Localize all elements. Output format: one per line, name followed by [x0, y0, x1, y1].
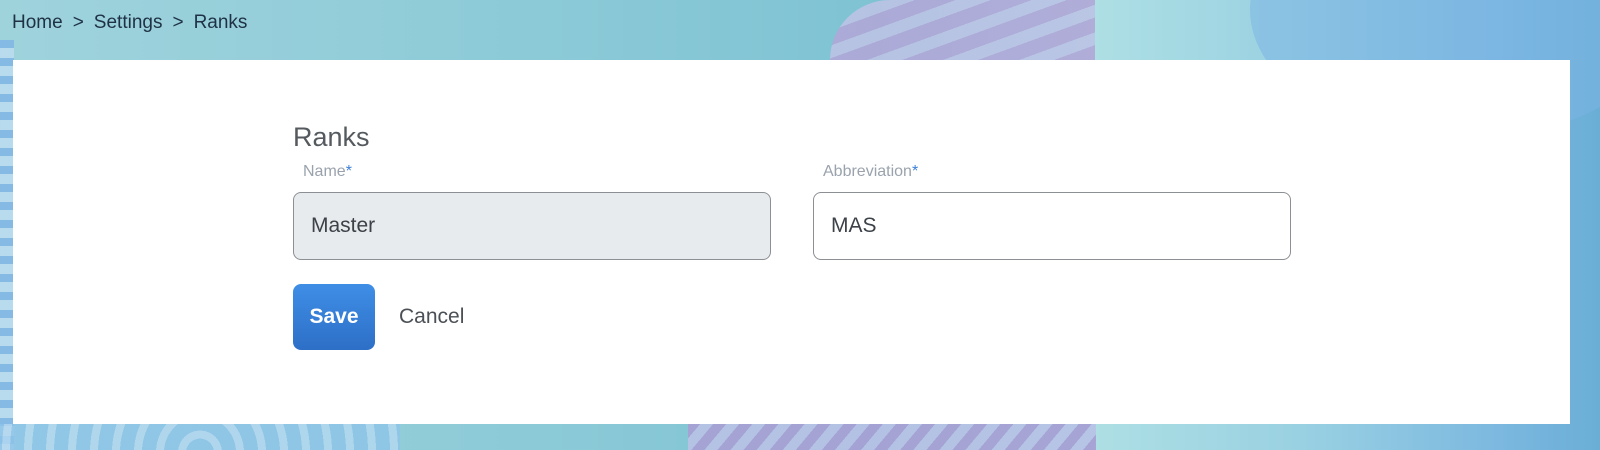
- form-actions: Save Cancel: [293, 284, 1293, 350]
- name-label-text: Name: [303, 163, 346, 180]
- breadcrumb-home[interactable]: Home: [12, 12, 63, 34]
- abbreviation-label-text: Abbreviation: [823, 163, 912, 180]
- breadcrumb-ranks[interactable]: Ranks: [194, 12, 248, 34]
- page-title: Ranks: [293, 122, 370, 152]
- breadcrumb-separator: >: [72, 12, 84, 33]
- name-input[interactable]: [293, 192, 771, 260]
- required-marker: *: [345, 163, 352, 180]
- breadcrumb-separator: >: [172, 12, 184, 33]
- rank-form: Ranks Name* Abbreviation* Save Cancel: [293, 120, 1293, 350]
- abbreviation-field-group: Abbreviation*: [813, 162, 1291, 260]
- cancel-button[interactable]: Cancel: [399, 305, 464, 329]
- save-button[interactable]: Save: [293, 284, 375, 350]
- background-center-stripes: [830, 0, 1095, 60]
- breadcrumb: Home > Settings > Ranks: [12, 12, 247, 34]
- form-fields: Name* Abbreviation*: [293, 162, 1293, 260]
- abbreviation-label: Abbreviation*: [813, 162, 1291, 182]
- name-field-group: Name*: [293, 162, 771, 260]
- form-card: Ranks Name* Abbreviation* Save Cancel: [13, 60, 1570, 424]
- background-bottom-waves: [0, 424, 400, 450]
- breadcrumb-settings[interactable]: Settings: [94, 12, 163, 34]
- background-left-stripes: [0, 40, 14, 450]
- name-label: Name*: [293, 162, 771, 182]
- abbreviation-input[interactable]: [813, 192, 1291, 260]
- required-marker: *: [911, 163, 919, 180]
- background-bottom-stripes: [688, 424, 1096, 450]
